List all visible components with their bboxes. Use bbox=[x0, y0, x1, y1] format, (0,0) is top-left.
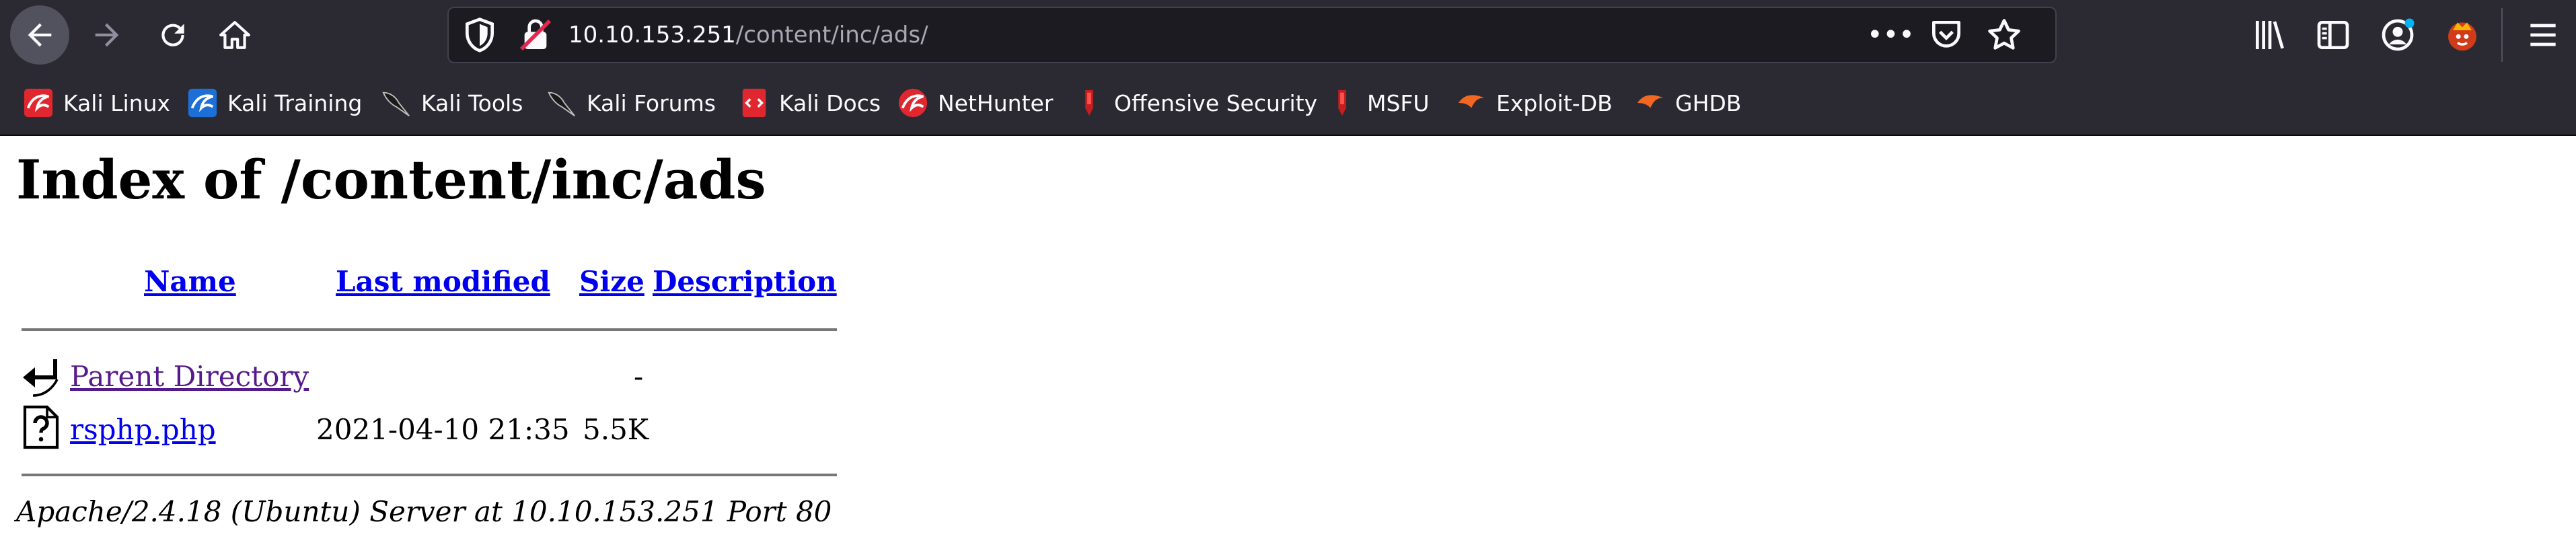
bookmark-kali-training[interactable]: Kali Training bbox=[187, 86, 362, 120]
bookmark-label: NetHunter bbox=[938, 89, 1054, 116]
bookmark-ghdb[interactable]: GHDB bbox=[1635, 86, 1741, 120]
library-icon[interactable] bbox=[2251, 16, 2289, 54]
bookmark-exploit-db[interactable]: Exploit-DB bbox=[1456, 86, 1613, 120]
account-icon[interactable] bbox=[2379, 16, 2417, 54]
forward-arrow-icon bbox=[95, 23, 119, 47]
header-divider bbox=[22, 328, 837, 331]
bookmark-kali-tools[interactable]: Kali Tools bbox=[381, 86, 523, 120]
bookmark-label: Kali Linux bbox=[63, 89, 171, 116]
kali-dragon-icon bbox=[382, 91, 410, 116]
server-signature: Apache/2.4.18 (Ubuntu) Server at 10.10.1… bbox=[16, 495, 832, 528]
sort-by-description-link[interactable]: Description bbox=[653, 265, 837, 298]
page-actions-menu-button[interactable]: ••• bbox=[1867, 16, 1915, 54]
row-modified: 2021-04-10 21:35 bbox=[316, 413, 570, 446]
insecure-lock-icon[interactable] bbox=[517, 16, 554, 54]
row-size: 5.5K bbox=[583, 413, 649, 446]
kali-dragon-icon bbox=[24, 88, 53, 118]
bookmark-msfu[interactable]: MSFU bbox=[1327, 86, 1430, 120]
row-size: - bbox=[634, 360, 644, 393]
bookmark-label: GHDB bbox=[1675, 89, 1742, 116]
bookmark-label: MSFU bbox=[1367, 89, 1430, 116]
bookmark-label: Kali Forums bbox=[587, 89, 716, 116]
kali-dragon-icon bbox=[548, 91, 575, 116]
home-icon bbox=[219, 21, 250, 49]
footer-divider bbox=[22, 474, 837, 476]
offsec-icon bbox=[1338, 89, 1346, 116]
file-link-rsphp[interactable]: rsphp.php bbox=[70, 413, 216, 446]
nethunter-icon bbox=[898, 88, 928, 118]
parent-directory-link[interactable]: Parent Directory bbox=[70, 360, 309, 393]
page-content: Index of /content/inc/ads Name Last modi… bbox=[0, 136, 2576, 557]
bookmark-label: Kali Training bbox=[227, 89, 363, 116]
hamburger-menu-icon[interactable] bbox=[2524, 16, 2562, 54]
unknown-file-icon bbox=[23, 405, 59, 449]
extension-icon[interactable] bbox=[2443, 16, 2481, 54]
sort-by-last-modified-link[interactable]: Last modified bbox=[336, 265, 550, 298]
bookmark-label: Kali Tools bbox=[421, 89, 523, 116]
bookmark-offensive-security[interactable]: Offensive Security bbox=[1074, 86, 1317, 120]
bookmark-nethunter[interactable]: NetHunter bbox=[897, 86, 1053, 120]
reload-button[interactable] bbox=[141, 5, 205, 65]
bookmark-label: Offensive Security bbox=[1114, 89, 1318, 116]
reload-icon bbox=[161, 24, 184, 46]
back-folder-icon bbox=[23, 359, 59, 397]
tracking-protection-shield-icon[interactable] bbox=[461, 16, 499, 54]
bookmark-label: Exploit-DB bbox=[1496, 89, 1613, 116]
url-host: 10.10.153.251 bbox=[568, 22, 736, 48]
sort-by-size-link[interactable]: Size bbox=[579, 265, 645, 298]
sidebar-icon[interactable] bbox=[2314, 16, 2352, 54]
back-arrow-icon bbox=[10, 5, 69, 65]
browser-toolbar: 10.10.153.251/content/inc/ads/ ••• bbox=[0, 0, 2576, 70]
sort-by-name-link[interactable]: Name bbox=[144, 265, 236, 298]
kali-docs-icon bbox=[742, 88, 766, 118]
url-bar[interactable]: 10.10.153.251/content/inc/ads/ ••• bbox=[447, 7, 2057, 63]
toolbar-separator bbox=[2501, 8, 2503, 62]
page-title: Index of /content/inc/ads bbox=[16, 148, 766, 211]
url-text[interactable]: 10.10.153.251/content/inc/ads/ bbox=[568, 7, 928, 63]
kali-training-icon bbox=[188, 88, 217, 118]
bookmarks-toolbar: Kali Linux Kali Training Kali Tools Kali… bbox=[0, 70, 2576, 136]
bookmark-star-icon[interactable] bbox=[1985, 16, 2023, 54]
forward-button[interactable] bbox=[75, 5, 139, 65]
bookmark-kali-linux[interactable]: Kali Linux bbox=[23, 86, 170, 120]
home-button[interactable] bbox=[203, 5, 266, 65]
back-button[interactable] bbox=[8, 5, 71, 65]
offsec-icon bbox=[1085, 89, 1093, 116]
exploit-db-icon bbox=[1637, 95, 1664, 108]
bookmark-kali-docs[interactable]: Kali Docs bbox=[739, 86, 881, 120]
bookmark-label: Kali Docs bbox=[779, 89, 881, 116]
pocket-icon[interactable] bbox=[1927, 16, 1965, 54]
bookmark-kali-forums[interactable]: Kali Forums bbox=[546, 86, 716, 120]
exploit-db-icon bbox=[1458, 95, 1485, 108]
url-path: /content/inc/ads/ bbox=[735, 22, 928, 48]
